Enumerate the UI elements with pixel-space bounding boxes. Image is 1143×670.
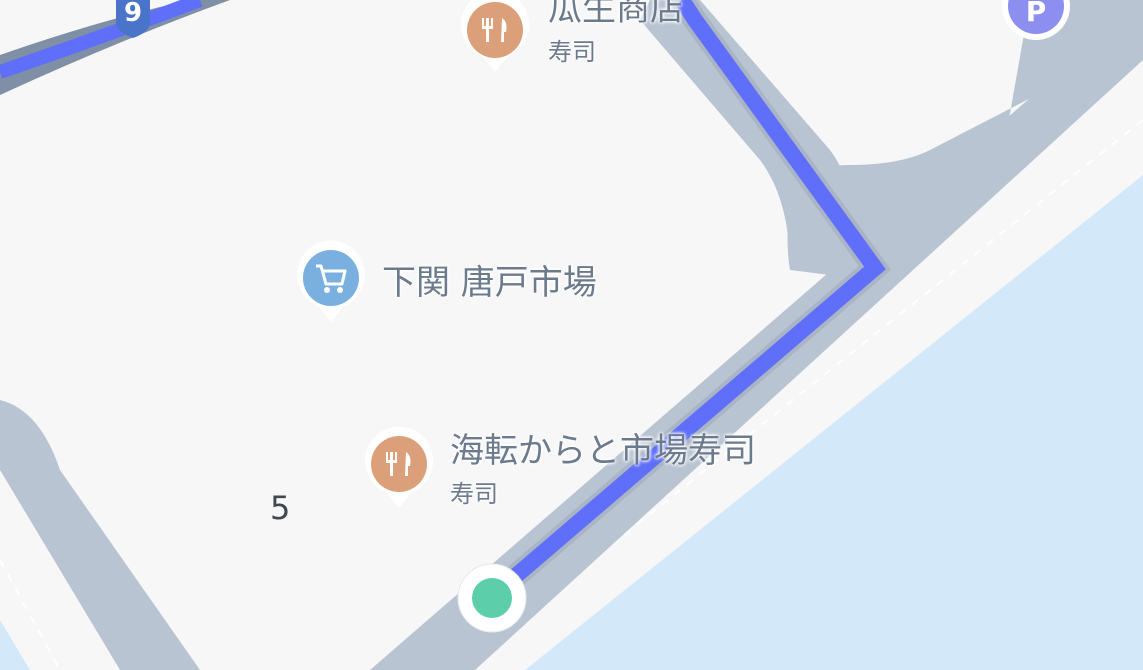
poi-name: 海転からと市場寿司 xyxy=(450,431,756,471)
highway-shield-number: 9 xyxy=(123,0,143,28)
parking-marker[interactable]: P xyxy=(1000,0,1072,42)
poi-category: 寿司 xyxy=(548,38,596,66)
current-location-dot xyxy=(457,563,527,633)
parking-letter: P xyxy=(1025,0,1047,28)
block-number-label: 5 xyxy=(270,489,291,527)
current-location-marker[interactable] xyxy=(457,563,527,633)
highway-shield-icon: 9 xyxy=(112,0,154,38)
poi-name: 瓜生商店 xyxy=(548,0,684,29)
map-canvas[interactable] xyxy=(0,0,1143,670)
fork-knife-icon xyxy=(461,0,529,72)
poi-name: 下関 唐戸市場 xyxy=(382,263,597,303)
poi-category: 寿司 xyxy=(450,480,498,508)
fork-knife-icon xyxy=(365,426,433,508)
shopping-cart-icon xyxy=(297,240,365,322)
